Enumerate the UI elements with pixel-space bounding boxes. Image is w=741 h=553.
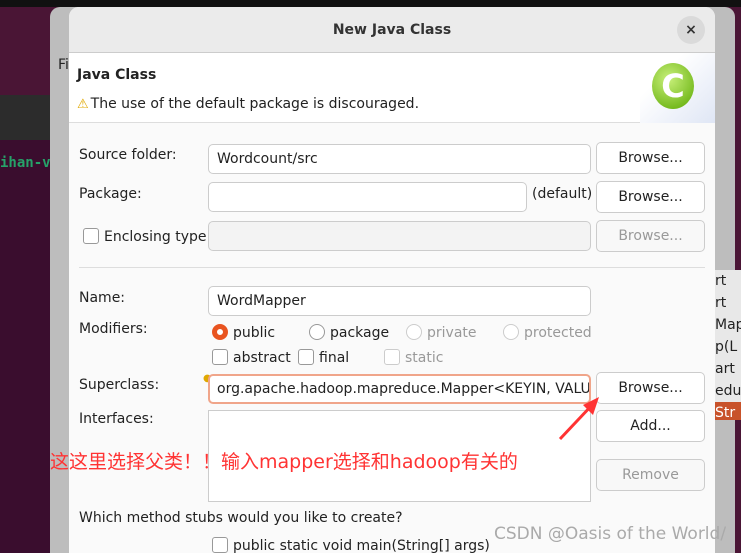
banner-warning: ⚠ The use of the default package is disco…: [77, 96, 419, 112]
code-line: edu: [715, 383, 741, 399]
radio[interactable]: [309, 324, 325, 340]
dialog-title: New Java Class: [332, 21, 452, 38]
warning-icon: ⚠: [77, 96, 89, 112]
radio-label: package: [330, 325, 390, 341]
interfaces-label: Interfaces:: [79, 411, 154, 427]
radio-label: protected: [524, 325, 592, 341]
code-line: Str: [715, 402, 741, 420]
stubs-question: Which method stubs would you like to cre…: [79, 510, 403, 526]
checkbox[interactable]: [298, 349, 314, 365]
superclass-input[interactable]: org.apache.hadoop.mapreduce.Mapper<KEYIN…: [208, 374, 591, 404]
radio-private[interactable]: private: [406, 324, 477, 341]
java-class-c-icon: C: [640, 53, 715, 123]
checkbox[interactable]: [83, 228, 99, 244]
radio-label: private: [427, 325, 477, 341]
enclosing-type-label: Enclosing type:: [104, 229, 212, 245]
c-letter: C: [652, 63, 694, 109]
checkbox-label: static: [405, 350, 444, 366]
ide-menu: Fi: [58, 57, 69, 73]
code-line: rt: [715, 273, 727, 289]
checkbox[interactable]: [212, 537, 228, 553]
add-interface-button[interactable]: Add...: [596, 410, 705, 442]
warning-text: The use of the default package is discou…: [90, 96, 420, 112]
divider: [79, 267, 705, 268]
code-line: rt: [715, 295, 727, 311]
dialog-header: New Java Class ×: [69, 7, 715, 53]
checkbox[interactable]: [212, 349, 228, 365]
radio-protected[interactable]: protected: [503, 324, 592, 341]
enclosing-browse-button[interactable]: Browse...: [596, 220, 705, 252]
remove-interface-button[interactable]: Remove: [596, 459, 705, 491]
code-line: art: [715, 361, 735, 377]
terminal-window: [0, 140, 50, 553]
radio[interactable]: [406, 324, 422, 340]
checkbox-label: final: [319, 350, 350, 366]
checkbox-static[interactable]: static: [384, 349, 443, 366]
source-folder-label: Source folder:: [79, 147, 177, 163]
enclosing-type-checkbox[interactable]: Enclosing type:: [83, 228, 211, 245]
checkbox[interactable]: [384, 349, 400, 365]
superclass-browse-button[interactable]: Browse...: [596, 372, 705, 404]
watermark: CSDN @Oasis of the World/: [494, 524, 727, 544]
radio[interactable]: [212, 324, 228, 340]
package-label: Package:: [79, 186, 142, 202]
modifiers-label: Modifiers:: [79, 321, 148, 337]
enclosing-type-input[interactable]: [208, 221, 591, 251]
radio-package[interactable]: package: [309, 324, 389, 341]
checkbox-abstract[interactable]: abstract: [212, 349, 291, 366]
name-input[interactable]: WordMapper: [208, 286, 591, 316]
dialog-banner: Java Class ⚠ The use of the default packa…: [69, 53, 715, 123]
annotation-arrow-icon: [558, 397, 599, 441]
radio-label: public: [233, 325, 276, 341]
radio[interactable]: [503, 324, 519, 340]
name-label: Name:: [79, 290, 126, 306]
checkbox-main-stub[interactable]: public static void main(String[] args): [212, 537, 490, 553]
checkbox-label: public static void main(String[] args): [233, 538, 490, 553]
source-folder-browse-button[interactable]: Browse...: [596, 142, 705, 174]
code-line: Map: [715, 317, 741, 333]
terminal-text: ihan-v: [0, 155, 51, 171]
top-bar: [0, 0, 741, 7]
code-line: p(L: [715, 339, 738, 355]
source-folder-input[interactable]: Wordcount/src: [208, 144, 591, 174]
ide-editor-fragment: rt rt Map p(L art edu Str: [715, 270, 741, 420]
annotation-text: 这这里选择父类！！输入mapper选择和hadoop有关的: [50, 451, 518, 473]
superclass-label: Superclass:: [79, 377, 160, 393]
radio-public[interactable]: public: [212, 324, 275, 341]
checkbox-label: abstract: [233, 350, 291, 366]
package-default-hint: (default): [532, 186, 593, 202]
close-icon[interactable]: ×: [677, 16, 705, 44]
package-browse-button[interactable]: Browse...: [596, 181, 705, 213]
banner-title: Java Class: [77, 67, 157, 83]
checkbox-final[interactable]: final: [298, 349, 349, 366]
terminal-titlebar: [0, 95, 50, 140]
package-input[interactable]: [208, 182, 527, 212]
